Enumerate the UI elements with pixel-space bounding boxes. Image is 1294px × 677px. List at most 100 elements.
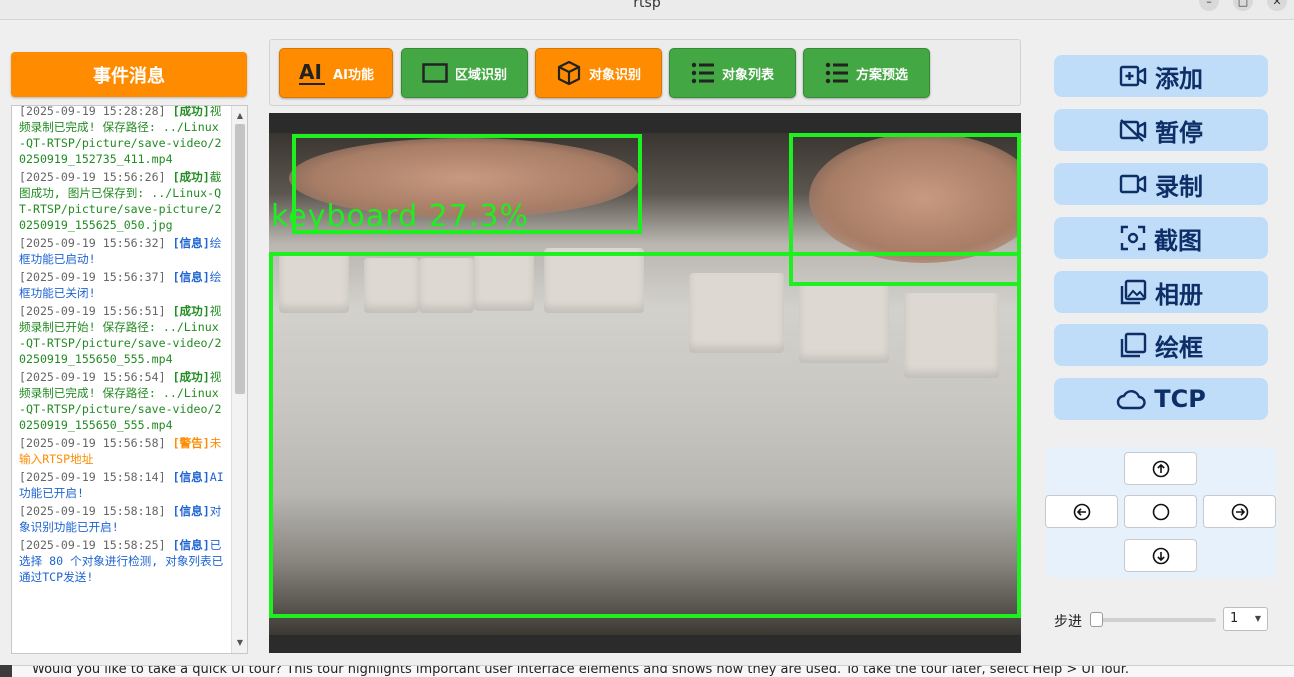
event-log-scrollbar[interactable]: ▲ ▼ bbox=[231, 106, 247, 653]
ai-icon: AI bbox=[299, 60, 326, 85]
cube-icon bbox=[557, 60, 581, 86]
step-label: 步进 bbox=[1054, 614, 1082, 630]
log-level: [信息] bbox=[165, 236, 210, 250]
title-bar: rtsp – □ ✕ bbox=[0, 0, 1294, 20]
ai-function-button[interactable]: AI AI功能 bbox=[279, 48, 393, 98]
ptz-left-button[interactable] bbox=[1045, 495, 1118, 528]
pause-label: 暂停 bbox=[1155, 118, 1203, 147]
arrow-left-icon bbox=[1073, 503, 1090, 520]
tcp-button[interactable]: TCP bbox=[1054, 378, 1268, 420]
draw-box-button[interactable]: 绘框 bbox=[1054, 324, 1268, 366]
log-entry: [2025-09-19 15:58:14] [信息]AI功能已开启! bbox=[19, 469, 224, 501]
detection-label: keyboard 27.3% bbox=[271, 199, 529, 234]
log-timestamp: [2025-09-19 15:58:18] bbox=[19, 504, 166, 518]
event-log-content: [2025-09-19 15:28:28] [成功]视频录制已完成! 保存路径:… bbox=[19, 105, 224, 587]
scroll-up-icon[interactable]: ▲ bbox=[232, 108, 247, 124]
ptz-right-button[interactable] bbox=[1203, 495, 1276, 528]
step-select-value: 1 bbox=[1230, 611, 1239, 626]
preset-scheme-button[interactable]: 方案预选 bbox=[803, 48, 930, 98]
record-button[interactable]: 录制 bbox=[1054, 163, 1268, 205]
step-select[interactable]: 1 ▼ bbox=[1223, 607, 1268, 631]
video-off-icon bbox=[1119, 119, 1147, 142]
log-entry: [2025-09-19 15:56:51] [成功]视频录制已开始! 保存路径:… bbox=[19, 303, 224, 367]
window-title: rtsp bbox=[633, 0, 661, 11]
log-timestamp: [2025-09-19 15:56:54] bbox=[19, 370, 166, 384]
cloud-icon bbox=[1117, 390, 1146, 410]
ptz-down-button[interactable] bbox=[1124, 539, 1197, 572]
draw-box-label: 绘框 bbox=[1155, 333, 1203, 362]
detection-box-keyboard bbox=[269, 252, 1021, 618]
function-toolbar: AI AI功能 区域识别 对象识别 对象列表 方案预选 bbox=[269, 39, 1021, 106]
log-level: [信息] bbox=[165, 504, 210, 518]
log-entry: [2025-09-19 15:56:26] [成功]截图成功, 图片已保存到: … bbox=[19, 169, 224, 233]
log-timestamp: [2025-09-19 15:28:28] bbox=[19, 105, 166, 118]
region-recognition-label: 区域识别 bbox=[454, 67, 507, 83]
ptz-up-button[interactable] bbox=[1124, 452, 1197, 485]
log-entry: [2025-09-19 15:58:25] [信息]已选择 80 个对象进行检测… bbox=[19, 537, 224, 585]
add-label: 添加 bbox=[1155, 64, 1203, 93]
record-label: 录制 bbox=[1155, 172, 1203, 201]
scroll-thumb[interactable] bbox=[235, 124, 245, 394]
gallery-icon bbox=[1120, 279, 1147, 305]
log-level: [警告] bbox=[165, 436, 210, 450]
video-view[interactable]: keyboard 27.3% bbox=[269, 113, 1021, 653]
ptz-control-panel bbox=[1045, 447, 1277, 578]
log-entry: [2025-09-19 15:58:18] [信息]对象识别功能已开启! bbox=[19, 503, 224, 535]
log-entry: [2025-09-19 15:56:58] [警告]未输入RTSP地址 bbox=[19, 435, 224, 467]
banner-edge bbox=[0, 665, 12, 677]
step-slider-handle[interactable] bbox=[1090, 612, 1103, 627]
svg-text:AI: AI bbox=[299, 60, 322, 84]
log-level: [成功] bbox=[165, 105, 210, 118]
log-level: [成功] bbox=[165, 304, 210, 318]
ui-tour-banner[interactable]: Would you like to take a quick UI tour? … bbox=[0, 665, 1294, 677]
draw-box-icon bbox=[1120, 332, 1147, 358]
log-entry: [2025-09-19 15:56:32] [信息]绘框功能已启动! bbox=[19, 235, 224, 267]
ai-function-label: AI功能 bbox=[333, 67, 374, 83]
list-icon bbox=[825, 62, 848, 84]
log-level: [信息] bbox=[165, 470, 210, 484]
log-timestamp: [2025-09-19 15:56:26] bbox=[19, 170, 166, 184]
screenshot-label: 截图 bbox=[1154, 226, 1202, 255]
arrow-up-icon bbox=[1152, 460, 1169, 477]
scroll-down-icon[interactable]: ▼ bbox=[232, 635, 247, 651]
event-panel-header: 事件消息 bbox=[11, 52, 247, 97]
step-slider[interactable] bbox=[1094, 618, 1216, 622]
object-recognition-button[interactable]: 对象识别 bbox=[535, 48, 662, 98]
log-level: [成功] bbox=[165, 370, 210, 384]
log-level: [信息] bbox=[165, 538, 210, 552]
log-timestamp: [2025-09-19 15:56:58] bbox=[19, 436, 166, 450]
album-button[interactable]: 相册 bbox=[1054, 271, 1268, 313]
list-icon bbox=[691, 62, 714, 84]
tcp-label: TCP bbox=[1154, 385, 1206, 413]
circle-icon bbox=[1152, 503, 1169, 520]
video-camera-icon bbox=[1119, 174, 1147, 194]
log-timestamp: [2025-09-19 15:58:25] bbox=[19, 538, 166, 552]
event-log[interactable]: [2025-09-19 15:28:28] [成功]视频录制已完成! 保存路径:… bbox=[11, 105, 248, 654]
add-camera-icon bbox=[1119, 65, 1147, 87]
arrow-right-icon bbox=[1231, 503, 1248, 520]
add-button[interactable]: 添加 bbox=[1054, 55, 1268, 97]
preset-scheme-label: 方案预选 bbox=[855, 67, 908, 83]
log-entry: [2025-09-19 15:56:54] [成功]视频录制已完成! 保存路径:… bbox=[19, 369, 224, 433]
object-list-button[interactable]: 对象列表 bbox=[669, 48, 796, 98]
ui-tour-text: Would you like to take a quick UI tour? … bbox=[32, 665, 1130, 677]
screenshot-button[interactable]: 截图 bbox=[1054, 217, 1268, 259]
object-recognition-label: 对象识别 bbox=[588, 67, 641, 83]
album-label: 相册 bbox=[1155, 280, 1203, 309]
region-recognition-button[interactable]: 区域识别 bbox=[401, 48, 528, 98]
log-timestamp: [2025-09-19 15:58:14] bbox=[19, 470, 166, 484]
arrow-down-icon bbox=[1152, 547, 1169, 564]
log-entry: [2025-09-19 15:28:28] [成功]视频录制已完成! 保存路径:… bbox=[19, 105, 224, 167]
log-timestamp: [2025-09-19 15:56:37] bbox=[19, 270, 166, 284]
log-level: [成功] bbox=[165, 170, 210, 184]
chevron-down-icon: ▼ bbox=[1254, 614, 1261, 623]
log-level: [信息] bbox=[165, 270, 210, 284]
log-timestamp: [2025-09-19 15:56:32] bbox=[19, 236, 166, 250]
ptz-center-button[interactable] bbox=[1124, 495, 1197, 528]
rectangle-icon bbox=[422, 63, 448, 83]
log-timestamp: [2025-09-19 15:56:51] bbox=[19, 304, 166, 318]
log-entry: [2025-09-19 15:56:37] [信息]绘框功能已关闭! bbox=[19, 269, 224, 301]
pause-button[interactable]: 暂停 bbox=[1054, 109, 1268, 151]
screenshot-icon bbox=[1120, 225, 1146, 251]
object-list-label: 对象列表 bbox=[721, 67, 774, 83]
